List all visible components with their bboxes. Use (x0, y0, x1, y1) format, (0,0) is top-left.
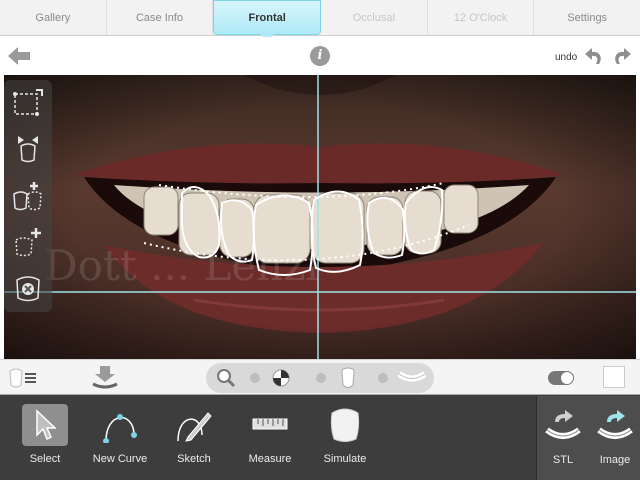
tool-measure-label: Measure (248, 453, 292, 465)
move-points-icon[interactable] (12, 132, 44, 164)
tool-new-curve-label: New Curve (92, 453, 148, 465)
import-teeth-icon[interactable] (90, 364, 120, 392)
color-swatch[interactable] (603, 366, 625, 388)
simulate-tooth-icon (330, 408, 360, 442)
frontal-smile-photo[interactable]: Dott ... Lenzi (4, 75, 636, 359)
undo-icon[interactable] (582, 46, 604, 66)
single-tooth-icon[interactable] (340, 367, 356, 389)
sketch-icon (177, 412, 212, 442)
tool-simulate[interactable]: Simulate (312, 395, 378, 480)
zoom-icon[interactable] (216, 368, 236, 388)
stl-export-icon (545, 410, 581, 439)
tab-case-info[interactable]: Case Info (107, 0, 214, 35)
toggle-dot-3[interactable] (378, 373, 388, 383)
contrast-icon[interactable] (272, 369, 290, 387)
back-arrow-icon[interactable] (8, 47, 30, 65)
watermark-text: Dott ... Lenzi (44, 241, 319, 290)
teeth-arch-icon[interactable] (398, 371, 426, 385)
toggle-dot-2[interactable] (316, 373, 326, 383)
add-curve-icon[interactable] (12, 226, 44, 258)
export-image-label: Image (599, 454, 631, 466)
view-control-strip (0, 359, 640, 395)
tab-gallery[interactable]: Gallery (0, 0, 107, 35)
redo-icon[interactable] (612, 46, 634, 66)
undo-label: undo (555, 52, 578, 63)
delete-icon[interactable] (12, 272, 44, 304)
left-tool-palette (4, 80, 52, 312)
info-icon[interactable]: i (310, 46, 330, 66)
image-export-icon (597, 410, 633, 439)
select-region-icon[interactable] (12, 88, 44, 120)
view-options-pill (206, 363, 434, 393)
tooth-list-icon[interactable] (8, 367, 38, 389)
tab-bar: Gallery Case Info Frontal Occlusal 12 O'… (0, 0, 640, 41)
tab-settings[interactable]: Settings (534, 0, 640, 35)
tool-sketch-label: Sketch (177, 453, 211, 465)
tool-new-curve[interactable]: New Curve (84, 395, 156, 480)
select-arrow-icon (36, 409, 56, 441)
tool-sketch[interactable]: Sketch (162, 395, 226, 480)
export-panel: STL Image (536, 396, 640, 480)
toggle-dot-1[interactable] (250, 373, 260, 383)
overlay-toggle[interactable] (548, 371, 574, 385)
tool-select[interactable]: Select (12, 395, 78, 480)
measure-icon (252, 418, 288, 430)
tool-select-label: Select (29, 453, 61, 465)
tab-occlusal[interactable]: Occlusal (321, 0, 428, 35)
new-curve-icon (103, 414, 137, 443)
export-stl-label: STL (552, 454, 574, 466)
tool-simulate-label: Simulate (323, 453, 367, 465)
tab-12-oclock[interactable]: 12 O'Clock (428, 0, 535, 35)
tab-frontal[interactable]: Frontal (213, 0, 322, 41)
export-stl[interactable]: STL (539, 396, 587, 480)
add-teeth-icon[interactable] (12, 180, 44, 212)
export-image[interactable]: Image (591, 396, 639, 480)
tool-measure[interactable]: Measure (236, 395, 304, 480)
nav-row: i undo (0, 37, 640, 75)
